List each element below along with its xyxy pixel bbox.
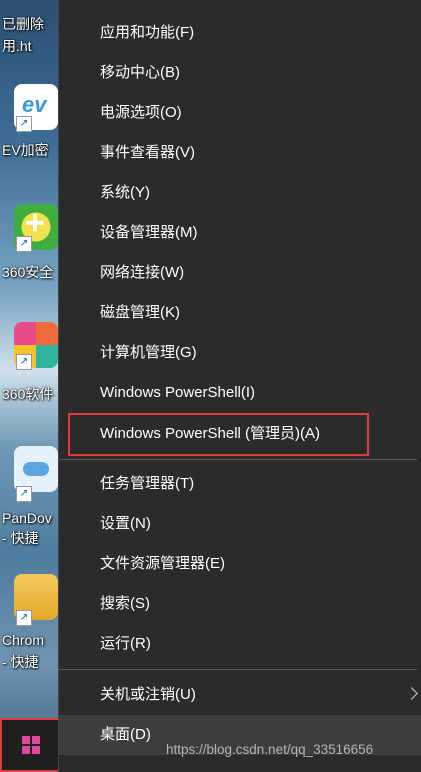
winx-context-menu: 应用和功能(F) 移动中心(B) 电源选项(O) 事件查看器(V) 系统(Y) … xyxy=(58,0,421,772)
menu-item-network-connections[interactable]: 网络连接(W) xyxy=(59,253,421,293)
desktop-icon-label: EV加密 xyxy=(2,142,49,158)
desktop-icon-label: 用.ht xyxy=(2,38,32,54)
menu-item-search[interactable]: 搜索(S) xyxy=(59,584,421,624)
menu-item-device-manager[interactable]: 设备管理器(M) xyxy=(59,213,421,253)
menu-item-file-explorer[interactable]: 文件资源管理器(E) xyxy=(59,544,421,584)
shortcut-arrow-icon: ↗ xyxy=(16,236,32,252)
menu-item-run[interactable]: 运行(R) xyxy=(59,624,421,664)
menu-divider xyxy=(59,459,417,460)
menu-item-settings[interactable]: 设置(N) xyxy=(59,504,421,544)
menu-item-task-manager[interactable]: 任务管理器(T) xyxy=(59,464,421,504)
chevron-right-icon xyxy=(405,687,418,700)
watermark-text: https://blog.csdn.net/qq_33516656 xyxy=(166,742,374,757)
start-button-highlight xyxy=(0,718,62,772)
desktop-icon-label: Chrom xyxy=(2,632,45,648)
shortcut-arrow-icon: ↗ xyxy=(16,116,32,132)
shortcut-arrow-icon: ↗ xyxy=(16,486,32,502)
menu-item-label: 关机或注销(U) xyxy=(100,686,196,703)
menu-item-power-options[interactable]: 电源选项(O) xyxy=(59,93,421,133)
desktop-icon-label: PanDov xyxy=(2,510,52,526)
menu-item-shutdown-signout[interactable]: 关机或注销(U) xyxy=(59,675,421,715)
menu-item-event-viewer[interactable]: 事件查看器(V) xyxy=(59,133,421,173)
desktop-icon-label: - 快捷 xyxy=(2,654,39,670)
menu-item-apps-features[interactable]: 应用和功能(F) xyxy=(59,13,421,53)
menu-divider xyxy=(59,669,417,670)
desktop-icon-label: 360安全 xyxy=(2,264,54,280)
menu-item-computer-management[interactable]: 计算机管理(G) xyxy=(59,333,421,373)
desktop-icon-label: - 快捷 xyxy=(2,530,39,546)
menu-item-disk-management[interactable]: 磁盘管理(K) xyxy=(59,293,421,333)
shortcut-arrow-icon: ↗ xyxy=(16,354,32,370)
desktop-icon-label: 已删除 xyxy=(2,16,44,32)
desktop-background: 已删除 用.ht ↗ EV加密 ↗ 360安全 ↗ 360软件 ↗ PanDov… xyxy=(0,0,62,772)
menu-item-mobility-center[interactable]: 移动中心(B) xyxy=(59,53,421,93)
menu-item-system[interactable]: 系统(Y) xyxy=(59,173,421,213)
menu-item-powershell[interactable]: Windows PowerShell(I) xyxy=(59,373,421,413)
shortcut-arrow-icon: ↗ xyxy=(16,610,32,626)
menu-item-powershell-admin[interactable]: Windows PowerShell (管理员)(A) xyxy=(59,414,421,454)
desktop-icon-label: 360软件 xyxy=(2,386,54,402)
